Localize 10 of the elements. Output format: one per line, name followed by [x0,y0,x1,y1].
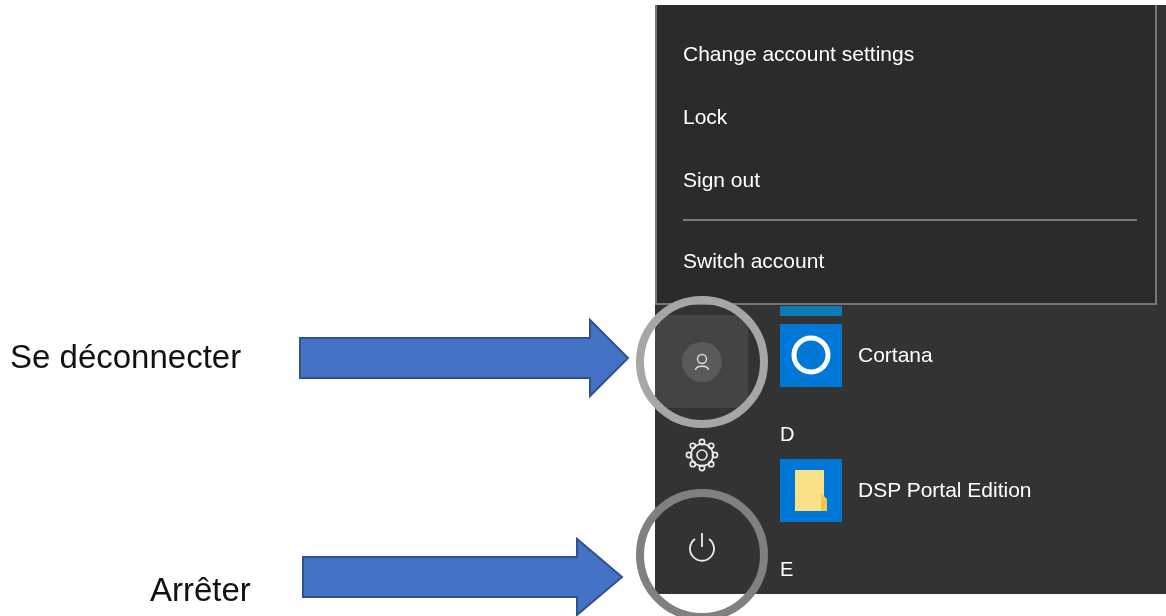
menu-item[interactable]: Change account settings [683,41,915,66]
menu-item[interactable]: Lock [683,104,728,129]
app-list-item[interactable]: Cortana [780,323,1166,387]
letter-header[interactable]: D [780,421,795,446]
menu-item[interactable]: Switch account [683,248,825,273]
app-list-item[interactable]: DSP Portal Edition [780,458,1166,522]
annotation-label: Se déconnecter [10,337,242,377]
menu-item[interactable]: Sign out [683,167,761,192]
annotation-label: Arrêter [150,570,251,610]
letter-header[interactable]: E [780,556,794,581]
